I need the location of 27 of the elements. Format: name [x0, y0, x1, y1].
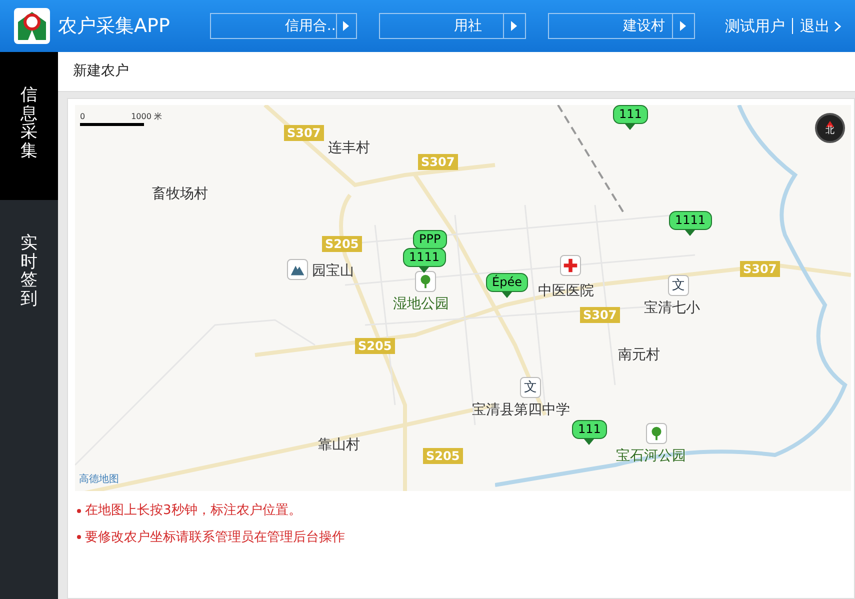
hint-text: 在地图上长按3秒钟，标注农户位置。	[85, 502, 302, 520]
place-label: 连丰村	[328, 139, 370, 158]
road-shield: S307	[284, 125, 324, 141]
place-label: 园宝山	[312, 262, 354, 281]
app-title: 农户采集APP	[58, 14, 170, 39]
user-name: 测试用户	[725, 16, 785, 37]
place-label: 宝清县第四中学	[472, 401, 570, 420]
hint-text: 要修改农户坐标请联系管理员在管理后台操作	[85, 528, 345, 546]
road-shield: S205	[355, 338, 395, 354]
place-label: 湿地公园	[393, 295, 449, 314]
place-label: 宝清七小	[644, 299, 700, 318]
road-shield: S307	[740, 261, 780, 277]
place-label: 靠山村	[318, 436, 360, 455]
school-icon: 文	[520, 377, 541, 398]
place-label: 中医医院	[538, 282, 594, 301]
page-title: 新建农户	[73, 62, 129, 81]
place-label: 宝石河公园	[616, 447, 686, 466]
scale-label: 1000 米	[131, 111, 162, 123]
place-label: 南元村	[618, 346, 660, 365]
school-icon: 文	[668, 275, 689, 296]
place-label: 畜牧场村	[152, 185, 208, 204]
road-shield: S205	[423, 448, 463, 464]
road-shield: S307	[580, 307, 620, 323]
road-shield: S307	[418, 154, 458, 170]
scale-label: 0	[80, 111, 86, 123]
map-attribution: 高德地图	[79, 472, 119, 487]
road-shield: S205	[322, 236, 362, 252]
